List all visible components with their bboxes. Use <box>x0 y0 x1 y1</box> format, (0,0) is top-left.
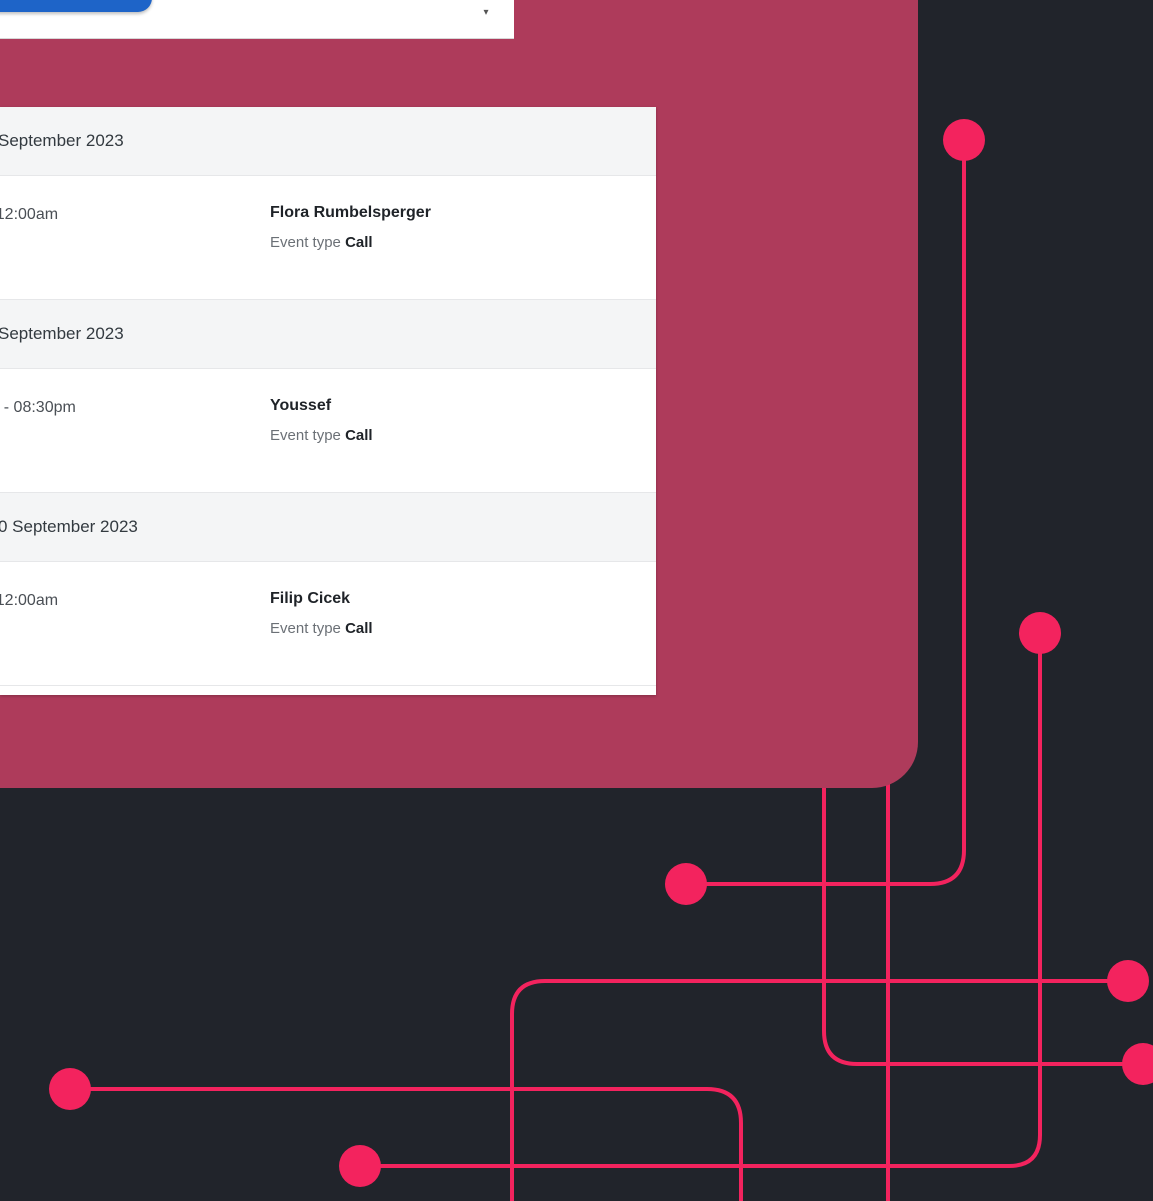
event-type: Event type Call <box>270 620 373 637</box>
event-contact-name[interactable]: Flora Rumbelsperger <box>270 204 431 222</box>
stage: ▾ September 2023 - 12:00am Flora Rumbels… <box>0 0 1153 1201</box>
screenshot-panel: ▾ September 2023 - 12:00am Flora Rumbels… <box>0 0 918 788</box>
day-header: September 2023 <box>0 300 656 369</box>
event-row[interactable]: - 12:00am Flora Rumbelsperger Event type… <box>0 176 656 300</box>
chevron-down-icon[interactable]: ▾ <box>477 4 495 22</box>
event-type-value: Call <box>345 427 373 444</box>
event-type: Event type Call <box>270 427 373 444</box>
event-type-label: Event type <box>270 620 341 637</box>
circuit-line <box>68 1087 743 1201</box>
event-type-value: Call <box>345 620 373 637</box>
day-date-label: September 2023 <box>0 131 124 150</box>
circuit-node <box>49 1068 91 1110</box>
event-type-label: Event type <box>270 234 341 251</box>
primary-button[interactable] <box>0 0 152 12</box>
event-time: m - 08:30pm <box>0 399 76 416</box>
circuit-line <box>822 768 1145 1066</box>
event-type-value: Call <box>345 234 373 251</box>
circuit-node <box>1019 612 1061 654</box>
event-contact-name[interactable]: Filip Cicek <box>270 590 350 608</box>
circuit-node <box>1107 960 1149 1002</box>
day-date-label: September 2023 <box>0 324 124 343</box>
circuit-node <box>943 119 985 161</box>
circuit-node <box>1122 1043 1153 1085</box>
event-row[interactable]: m - 08:30pm Youssef Event type Call <box>0 369 656 493</box>
day-header: September 2023 <box>0 107 656 176</box>
day-header: 0 September 2023 <box>0 493 656 562</box>
circuit-node <box>665 863 707 905</box>
event-time: - 12:00am <box>0 592 59 609</box>
event-row[interactable]: - 12:00am Filip Cicek Event type Call <box>0 562 656 686</box>
event-type-label: Event type <box>270 427 341 444</box>
event-list: September 2023 - 12:00am Flora Rumbelspe… <box>0 107 656 695</box>
event-type: Event type Call <box>270 234 373 251</box>
circuit-node <box>339 1145 381 1187</box>
event-time: - 12:00am <box>0 206 59 223</box>
event-contact-name[interactable]: Youssef <box>270 397 331 415</box>
day-date-label: 0 September 2023 <box>0 517 138 536</box>
filter-bar: ▾ <box>0 0 514 39</box>
